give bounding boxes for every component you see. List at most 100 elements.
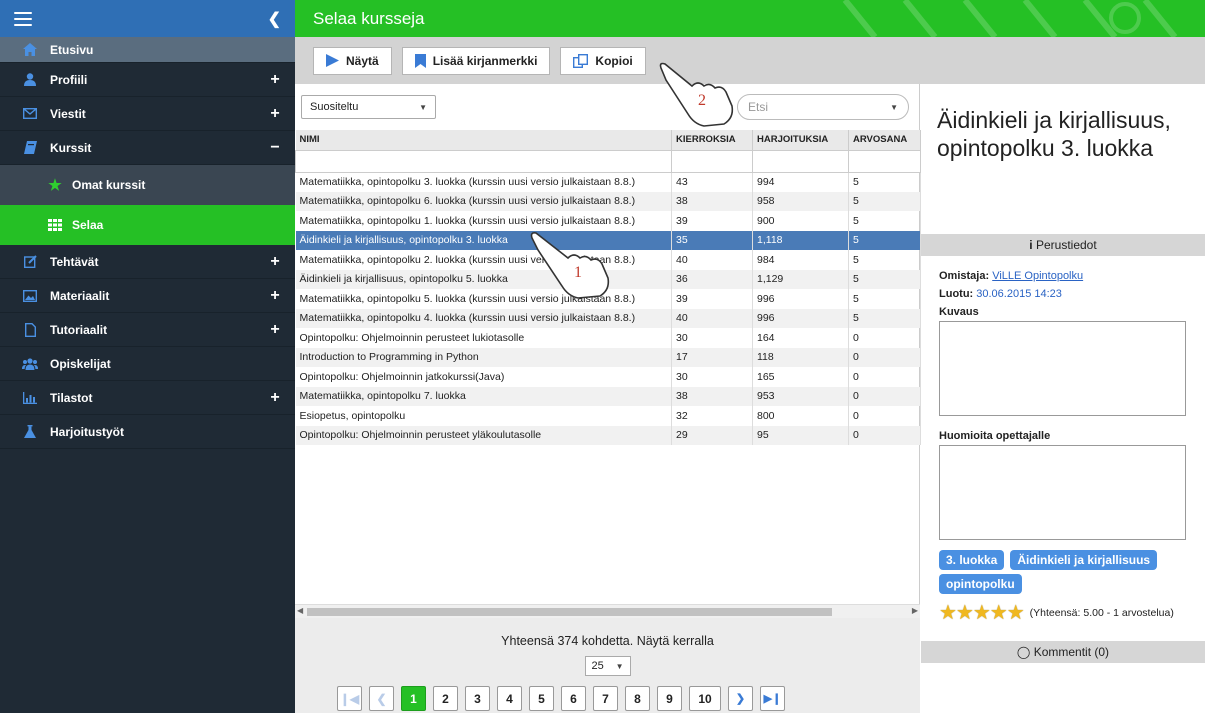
cell-exercises: 164 <box>752 328 849 348</box>
sidebar-item-profiili[interactable]: Profiili + <box>0 63 295 97</box>
table-row[interactable]: Opintopolku: Ohjelmoinnin perusteet luki… <box>295 328 921 348</box>
book-icon <box>22 140 38 156</box>
page-button[interactable]: 10 <box>689 686 721 711</box>
chevron-right-icon: ❯ <box>735 693 746 705</box>
cell-exercises: 1,118 <box>752 230 849 250</box>
sidebar-item-tilastot[interactable]: Tilastot + <box>0 381 295 415</box>
column-filter-exercises[interactable] <box>752 149 849 173</box>
table-row[interactable]: Matematiikka, opintopolku 5. luokka (kur… <box>295 289 921 309</box>
page-size-select[interactable]: 25 ▼ <box>584 656 631 676</box>
add-bookmark-button[interactable]: Lisää kirjanmerkki <box>401 46 551 75</box>
first-page-button[interactable]: ❙◀ <box>337 686 362 711</box>
sidebar-subitem-selaa[interactable]: Selaa <box>0 205 295 245</box>
table-row[interactable]: Matematiikka, opintopolku 4. luokka (kur… <box>295 308 921 328</box>
copy-button-label: Kopioi <box>595 53 633 68</box>
basic-info-section-header[interactable]: i Perustiedot <box>921 234 1205 256</box>
sidebar-item-kurssit[interactable]: Kurssit − <box>0 131 295 165</box>
table-row[interactable]: Matematiikka, opintopolku 6. luokka (kur… <box>295 191 921 211</box>
sidebar-item-tutoriaalit[interactable]: Tutoriaalit + <box>0 313 295 347</box>
sidebar-item-materiaalit[interactable]: Materiaalit + <box>0 279 295 313</box>
cell-grade: 5 <box>848 230 921 250</box>
cell-name: Äidinkieli ja kirjallisuus, opintopolku … <box>295 230 672 250</box>
table-row[interactable]: Äidinkieli ja kirjallisuus, opintopolku … <box>295 269 921 289</box>
expand-plus-icon[interactable]: + <box>269 287 281 305</box>
table-row[interactable]: Matematiikka, opintopolku 7. luokka 38 953… <box>295 386 921 406</box>
sidebar-item-label: Etusivu <box>50 42 94 57</box>
table-row[interactable]: Opintopolku: Ohjelmoinnin jatkokurssi(Ja… <box>295 367 921 387</box>
hamburger-menu-icon[interactable] <box>14 11 32 26</box>
table-row[interactable]: Opintopolku: Ohjelmoinnin perusteet yläk… <box>295 425 921 445</box>
owner-link[interactable]: ViLLE Opintopolku <box>992 270 1083 282</box>
expand-plus-icon[interactable]: + <box>269 105 281 123</box>
next-page-button[interactable]: ❯ <box>728 686 753 711</box>
table-row[interactable]: Introduction to Programming in Python 17 1… <box>295 347 921 367</box>
page-button[interactable]: 7 <box>593 686 618 711</box>
column-header-rounds[interactable]: KIERROKSIA <box>671 130 753 151</box>
table-row[interactable]: Äidinkieli ja kirjallisuus, opintopolku … <box>295 230 921 250</box>
sidebar-item-opiskelijat[interactable]: Opiskelijat <box>0 347 295 381</box>
page-button[interactable]: 2 <box>433 686 458 711</box>
play-icon <box>326 54 339 67</box>
expand-plus-icon[interactable]: + <box>269 253 281 271</box>
sidebar-item-harjoitustyot[interactable]: Harjoitustyöt <box>0 415 295 449</box>
course-title: Äidinkieli ja kirjallisuus, opintopolku … <box>937 107 1171 161</box>
sidebar-item-etusivu[interactable]: Etusivu <box>0 37 295 63</box>
collapse-chevron-icon[interactable]: ❮ <box>268 9 281 29</box>
collapse-minus-icon[interactable]: − <box>269 139 281 157</box>
expand-plus-icon[interactable]: + <box>269 71 281 89</box>
rating: ★★★★★ (Yhteensä: 5.00 - 1 arvostelua) <box>939 600 1187 625</box>
scroll-left-icon[interactable]: ◀ <box>297 606 303 615</box>
previous-page-button[interactable]: ❮ <box>369 686 394 711</box>
cell-grade: 5 <box>848 289 921 309</box>
expand-plus-icon[interactable]: + <box>269 321 281 339</box>
expand-plus-icon[interactable]: + <box>269 389 281 407</box>
table-row[interactable]: Matematiikka, opintopolku 2. luokka (kur… <box>295 250 921 270</box>
tag-grade[interactable]: 3. luokka <box>939 550 1005 570</box>
sort-select[interactable]: Suositeltu ▼ <box>301 95 436 119</box>
tag-subject[interactable]: Äidinkieli ja kirjallisuus <box>1010 550 1158 570</box>
sidebar-item-tehtavat[interactable]: Tehtävät + <box>0 245 295 279</box>
comments-section-header[interactable]: ◯ Kommentit (0) <box>921 641 1205 663</box>
page-button[interactable]: 4 <box>497 686 522 711</box>
table-row[interactable]: Esiopetus, opintopolku 32 800 0 <box>295 406 921 426</box>
column-filter-name[interactable] <box>295 149 672 173</box>
scrollbar-thumb[interactable] <box>307 608 832 616</box>
tag-path[interactable]: opintopolku <box>939 574 1022 594</box>
column-header-exercises[interactable]: HARJOITUKSIA <box>752 130 849 151</box>
page-button[interactable]: 6 <box>561 686 586 711</box>
sidebar-subitem-omat-kurssit[interactable]: ★ Omat kurssit <box>0 165 295 205</box>
cell-name: Opintopolku: Ohjelmoinnin jatkokurssi(Ja… <box>295 367 672 387</box>
caret-down-icon[interactable]: ▼ <box>890 103 898 112</box>
page-button[interactable]: 3 <box>465 686 490 711</box>
column-header-grade[interactable]: ARVOSANA <box>848 130 921 151</box>
horizontal-scrollbar[interactable]: ◀ ▶ <box>295 604 920 618</box>
page-button[interactable]: 5 <box>529 686 554 711</box>
cell-grade: 5 <box>848 250 921 270</box>
star-rating-icon[interactable]: ★★★★★ <box>939 600 1025 625</box>
column-filter-rounds[interactable] <box>671 149 753 173</box>
cell-rounds: 30 <box>671 328 753 348</box>
scroll-right-icon[interactable]: ▶ <box>912 606 918 615</box>
teacher-notes-field[interactable] <box>939 445 1186 540</box>
description-field[interactable] <box>939 321 1186 416</box>
page-button[interactable]: 8 <box>625 686 650 711</box>
flask-icon <box>22 424 38 440</box>
page-button[interactable]: 9 <box>657 686 682 711</box>
show-button[interactable]: Näytä <box>313 46 392 75</box>
table-row[interactable]: Matematiikka, opintopolku 3. luokka (kur… <box>295 172 921 192</box>
column-filter-grade[interactable] <box>848 149 921 173</box>
page-button[interactable]: 1 <box>401 686 426 711</box>
column-header-name[interactable]: NIMI <box>295 130 672 151</box>
page-header: Selaa kursseja <box>295 0 1205 37</box>
table-row[interactable]: Matematiikka, opintopolku 1. luokka (kur… <box>295 211 921 231</box>
sidebar-item-viestit[interactable]: Viestit + <box>0 97 295 131</box>
cell-rounds: 38 <box>671 191 753 211</box>
cell-rounds: 30 <box>671 367 753 387</box>
last-page-button[interactable]: ▶❙ <box>760 686 785 711</box>
copy-button[interactable]: Kopioi <box>560 46 646 75</box>
cell-rounds: 17 <box>671 347 753 367</box>
cell-name: Matematiikka, opintopolku 6. luokka (kur… <box>295 191 672 211</box>
search-input[interactable]: Etsi ▼ <box>737 94 909 120</box>
sidebar-item-label: Profiili <box>50 72 88 87</box>
cell-grade: 5 <box>848 308 921 328</box>
